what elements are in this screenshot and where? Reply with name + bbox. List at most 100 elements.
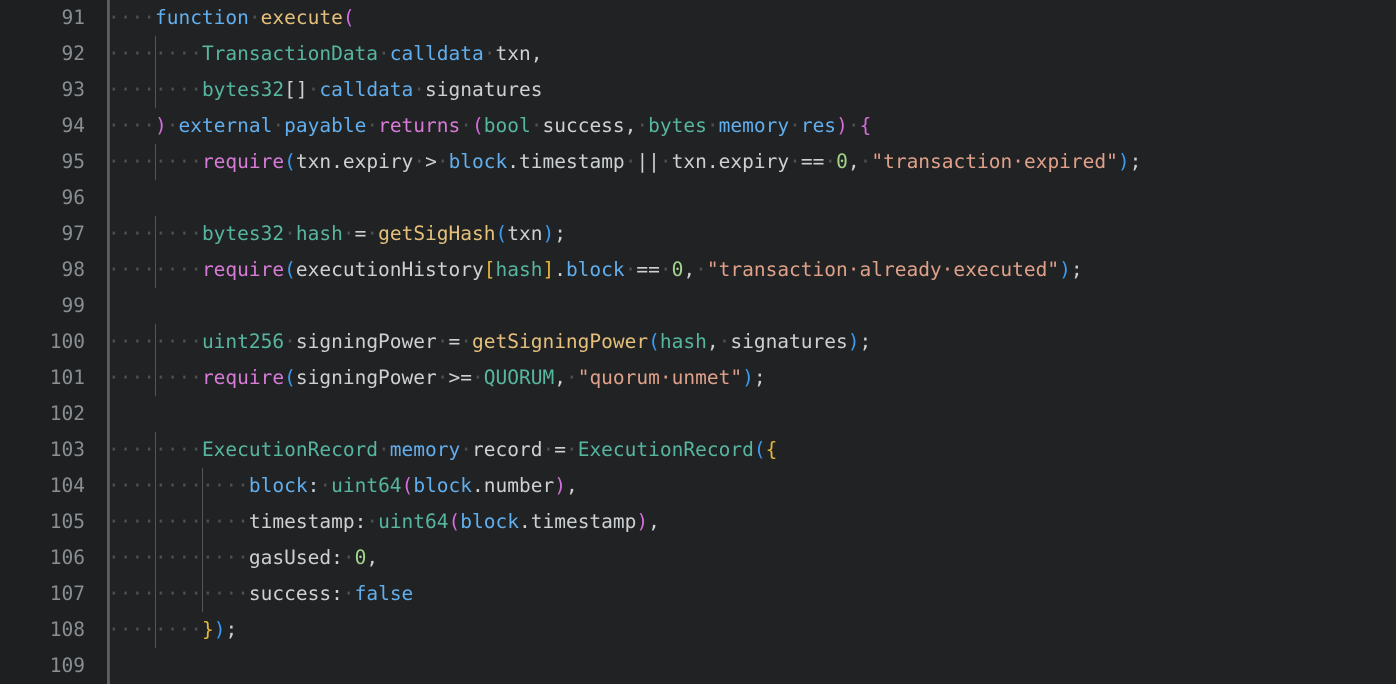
code-token: ( bbox=[495, 222, 508, 245]
whitespace-marker: · bbox=[565, 438, 578, 461]
code-line[interactable]: ····)·external·payable·returns·(bool·suc… bbox=[107, 108, 1396, 144]
code-line[interactable]: ········}); bbox=[107, 612, 1396, 648]
whitespace-marker: · bbox=[859, 150, 872, 173]
whitespace-marker: · bbox=[436, 150, 449, 173]
whitespace-marker: ···· bbox=[108, 114, 155, 137]
whitespace-marker: · bbox=[319, 474, 332, 497]
line-number: 97 bbox=[61, 222, 85, 245]
code-token: , bbox=[683, 258, 696, 281]
whitespace-marker: ···· bbox=[108, 366, 155, 389]
code-token: : bbox=[331, 546, 343, 569]
code-token: block bbox=[248, 474, 308, 497]
whitespace-marker: ···· bbox=[108, 150, 155, 173]
code-line[interactable]: ············gasUsed:·0, bbox=[107, 540, 1396, 576]
code-token: ( bbox=[753, 438, 766, 461]
code-token: txn bbox=[495, 42, 531, 65]
code-line[interactable]: ········require(signingPower·>=·QUORUM,·… bbox=[107, 360, 1396, 396]
code-token: } bbox=[201, 618, 214, 641]
code-token: ) bbox=[836, 114, 848, 137]
whitespace-marker: · bbox=[789, 150, 801, 173]
whitespace-marker: ···· bbox=[108, 258, 155, 281]
code-token: "quorum·unmet" bbox=[577, 366, 743, 389]
whitespace-marker: ···· bbox=[108, 6, 155, 29]
line-number: 109 bbox=[49, 654, 85, 677]
code-token: ; bbox=[1129, 150, 1142, 173]
whitespace-marker: ···· bbox=[154, 474, 202, 497]
code-token: external bbox=[178, 114, 273, 137]
code-token: , bbox=[366, 546, 379, 569]
whitespace-marker: ···· bbox=[154, 438, 202, 461]
whitespace-marker: ···· bbox=[154, 150, 202, 173]
code-token: memory bbox=[389, 438, 461, 461]
whitespace-marker: · bbox=[366, 222, 379, 245]
whitespace-marker: · bbox=[460, 114, 473, 137]
whitespace-marker: · bbox=[659, 150, 672, 173]
code-token: txn bbox=[295, 150, 332, 173]
indent-guide bbox=[155, 324, 157, 396]
code-line[interactable] bbox=[107, 288, 1396, 324]
code-token: { bbox=[765, 438, 778, 461]
code-line[interactable]: ············timestamp:·uint64(block.time… bbox=[107, 504, 1396, 540]
whitespace-marker: ···· bbox=[108, 474, 155, 497]
code-line[interactable]: ········require(txn.expiry·>·block.times… bbox=[107, 144, 1396, 180]
code-token: : bbox=[331, 582, 343, 605]
code-token: || bbox=[636, 150, 660, 173]
code-line[interactable] bbox=[107, 396, 1396, 432]
code-token: block bbox=[413, 474, 473, 497]
whitespace-marker: ···· bbox=[108, 330, 155, 353]
whitespace-marker: · bbox=[413, 78, 426, 101]
code-line[interactable]: ········bytes32·hash·=·getSigHash(txn); bbox=[107, 216, 1396, 252]
code-token: txn bbox=[507, 222, 543, 245]
code-token: ( bbox=[284, 150, 296, 173]
code-token: = bbox=[554, 438, 566, 461]
code-content-area[interactable]: ····function·execute(········Transaction… bbox=[107, 0, 1396, 684]
code-token: uint64 bbox=[378, 510, 449, 533]
code-token: require bbox=[201, 366, 285, 389]
code-token: block bbox=[460, 510, 519, 533]
whitespace-marker: · bbox=[824, 150, 837, 173]
code-token: , bbox=[624, 114, 637, 137]
whitespace-marker: ···· bbox=[154, 366, 202, 389]
line-number: 104 bbox=[49, 474, 85, 497]
code-token: , bbox=[554, 366, 566, 389]
whitespace-marker: ···· bbox=[108, 78, 155, 101]
code-token: execute bbox=[260, 6, 343, 29]
whitespace-marker: ···· bbox=[201, 546, 249, 569]
code-line[interactable]: ········TransactionData·calldata·txn, bbox=[107, 36, 1396, 72]
whitespace-marker: · bbox=[460, 438, 472, 461]
code-token: signatures bbox=[425, 78, 543, 101]
code-token: . bbox=[507, 150, 520, 173]
whitespace-marker: · bbox=[342, 546, 355, 569]
code-token: > bbox=[425, 150, 437, 173]
code-line[interactable]: ············success:·false bbox=[107, 576, 1396, 612]
code-token: block bbox=[565, 258, 625, 281]
code-token: ExecutionRecord bbox=[577, 438, 754, 461]
whitespace-marker: · bbox=[166, 114, 179, 137]
code-token: ] bbox=[542, 258, 555, 281]
code-editor[interactable]: 91 92 93 94 95 96 97 98 99 100 101 102 103 104 105 106 1… bbox=[0, 0, 1396, 684]
code-token: 0 bbox=[354, 546, 367, 569]
code-token: ( bbox=[401, 474, 414, 497]
code-token: : bbox=[307, 474, 320, 497]
whitespace-marker: · bbox=[248, 6, 261, 29]
code-line[interactable]: ········require(executionHistory[hash].b… bbox=[107, 252, 1396, 288]
whitespace-marker: · bbox=[378, 42, 390, 65]
line-number: 107 bbox=[49, 582, 85, 605]
whitespace-marker: · bbox=[366, 510, 379, 533]
line-number: 98 bbox=[61, 258, 85, 281]
code-line[interactable]: ········bytes32[]·calldata·signatures bbox=[107, 72, 1396, 108]
code-line[interactable] bbox=[107, 648, 1396, 684]
code-token: expiry bbox=[718, 150, 790, 173]
code-line[interactable]: ············block:·uint64(block.number), bbox=[107, 468, 1396, 504]
code-token: calldata bbox=[389, 42, 484, 65]
whitespace-marker: ···· bbox=[154, 222, 202, 245]
code-line[interactable]: ········uint256·signingPower·=·getSignin… bbox=[107, 324, 1396, 360]
whitespace-marker: · bbox=[706, 114, 719, 137]
whitespace-marker: · bbox=[284, 222, 296, 245]
code-line[interactable]: ········ExecutionRecord·memory·record·=·… bbox=[107, 432, 1396, 468]
code-line[interactable]: ····function·execute( bbox=[107, 0, 1396, 36]
indent-guide bbox=[155, 36, 157, 108]
code-token: uint64 bbox=[331, 474, 402, 497]
whitespace-marker: ···· bbox=[108, 222, 155, 245]
code-line[interactable] bbox=[107, 180, 1396, 216]
